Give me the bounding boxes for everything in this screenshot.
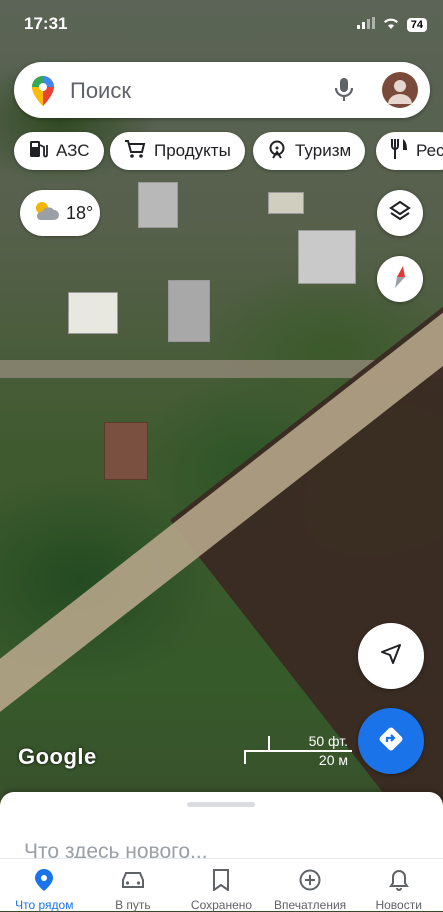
house-roof [268, 192, 304, 214]
tab-saved[interactable]: Сохранено [177, 859, 266, 912]
chip-label: Продукты [154, 141, 231, 160]
battery-indicator: 74 [406, 18, 427, 32]
chip-label: Туризм [295, 141, 352, 160]
location-pin-icon [35, 869, 54, 894]
house-roof [298, 230, 356, 284]
partly-cloudy-icon [32, 200, 60, 227]
add-circle-icon [299, 869, 321, 894]
car-icon [119, 869, 147, 894]
status-bar: 17:31 74 [0, 0, 443, 48]
sheet-drag-handle[interactable] [187, 802, 255, 807]
bottom-navigation: Что рядом В путь Сохранено Впечатления Н… [0, 858, 443, 912]
house-roof [138, 182, 178, 228]
chip-tourism[interactable]: Туризм [253, 132, 366, 170]
signal-icon [356, 16, 375, 34]
my-location-button[interactable] [358, 623, 424, 689]
layers-button[interactable] [377, 190, 423, 236]
restaurant-icon [390, 138, 408, 165]
status-time: 17:31 [24, 14, 68, 33]
chip-restaurants[interactable]: Рес [376, 132, 443, 170]
attractions-icon [267, 139, 287, 164]
status-indicators: 74 [356, 16, 427, 34]
tab-updates[interactable]: Новости [354, 859, 443, 912]
google-attribution: Google [18, 744, 97, 769]
tab-contribute[interactable]: Впечатления [266, 859, 355, 912]
navigation-arrow-icon [379, 642, 403, 671]
house-roof [168, 280, 210, 342]
house-roof [104, 422, 148, 480]
wifi-icon [383, 16, 399, 34]
weather-chip[interactable]: 18° [20, 190, 100, 236]
temperature-label: 18° [66, 202, 94, 223]
microphone-icon[interactable] [334, 77, 354, 108]
chip-fuel[interactable]: АЗС [14, 132, 104, 170]
directions-button[interactable] [358, 708, 424, 774]
scale-meters-label: 20 м [318, 752, 348, 768]
search-placeholder[interactable]: Поиск [70, 78, 131, 104]
house-roof [68, 292, 118, 334]
compass-icon [389, 264, 411, 295]
bookmark-icon [212, 869, 230, 894]
tab-go[interactable]: В путь [89, 859, 178, 912]
layers-icon [388, 199, 412, 228]
chip-label: Рес [416, 141, 443, 160]
avatar[interactable] [382, 72, 418, 108]
scale-tick [268, 736, 270, 750]
chip-groceries[interactable]: Продукты [110, 132, 245, 170]
chip-label: АЗС [56, 141, 90, 160]
scale-feet-label: 50 фт. [308, 733, 348, 749]
maps-pin-logo-icon [32, 76, 54, 111]
directions-icon [377, 725, 405, 758]
scale-tick [244, 750, 246, 764]
search-bar[interactable]: Поиск [14, 62, 430, 118]
bell-icon [388, 869, 409, 894]
compass-button[interactable] [377, 256, 423, 302]
fuel-pump-icon [28, 139, 48, 164]
shopping-cart-icon [124, 139, 146, 164]
map-scale: 50 фт. 20 м [244, 730, 352, 770]
tab-explore[interactable]: Что рядом [0, 859, 89, 912]
